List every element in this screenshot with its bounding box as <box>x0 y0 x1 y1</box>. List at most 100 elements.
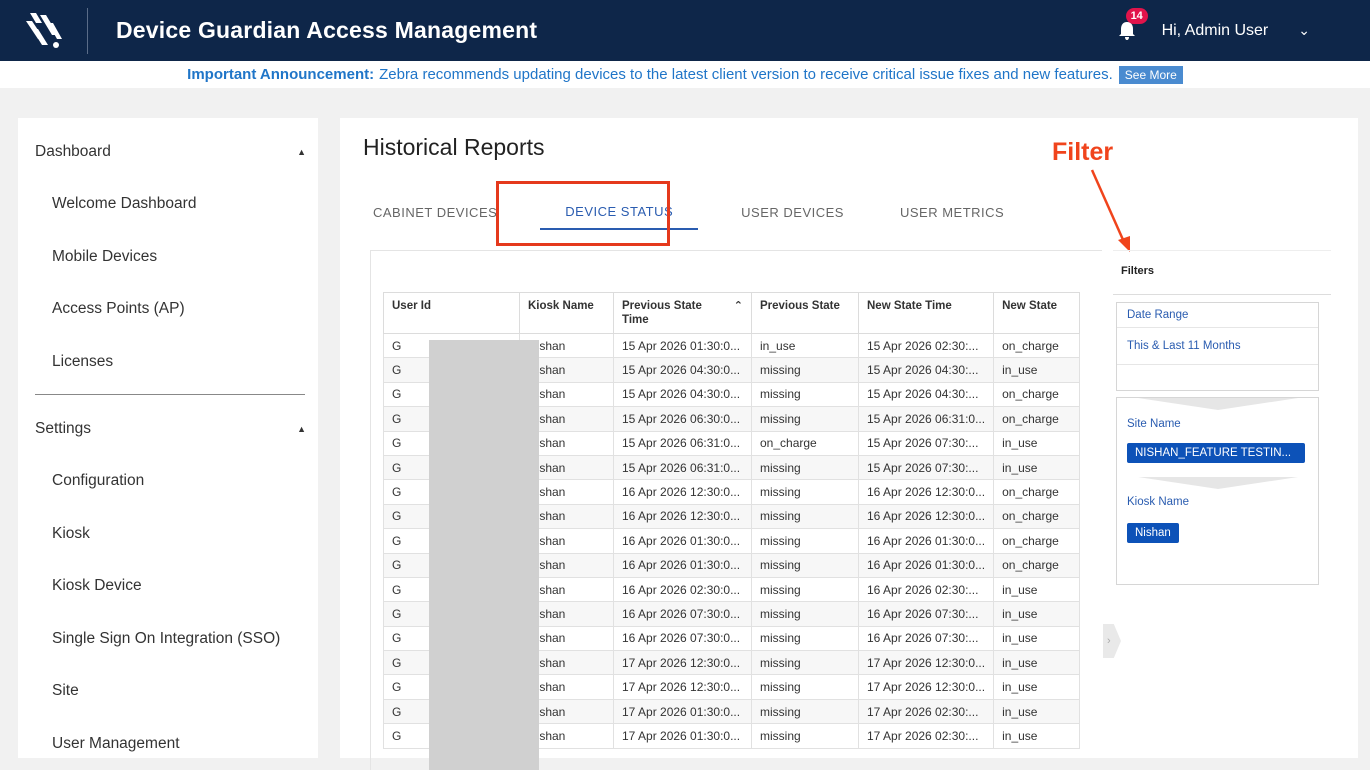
table-cell: on_charge <box>994 334 1080 358</box>
table-cell: 17 Apr 2026 12:30:0... <box>859 651 994 675</box>
announcement-bar: Important Announcement: Zebra recommends… <box>0 61 1370 88</box>
table-cell: missing <box>752 651 859 675</box>
report-tabs: CABINET DEVICES DEVICE STATUS USER DEVIC… <box>360 194 1047 230</box>
table-cell: on_charge <box>994 382 1080 406</box>
filter-annotation-label: Filter <box>1052 138 1113 167</box>
sidebar-item-access-points[interactable]: Access Points (AP) <box>18 283 318 336</box>
table-cell: in_use <box>994 431 1080 455</box>
table-cell: in_use <box>994 577 1080 601</box>
table-cell: 16 Apr 2026 07:30:... <box>859 602 994 626</box>
sidebar-item-mobile-devices[interactable]: Mobile Devices <box>18 231 318 284</box>
table-cell: 15 Apr 2026 06:31:0... <box>859 407 994 431</box>
sidebar-section-settings[interactable]: Settings ▲ <box>18 403 318 455</box>
table-cell: 15 Apr 2026 07:30:... <box>859 431 994 455</box>
filters-title: Filters <box>1113 250 1331 295</box>
table-cell: on_charge <box>994 504 1080 528</box>
column-header-previous-state-time[interactable]: ⌃Previous State Time <box>614 293 752 334</box>
table-cell: on_charge <box>752 431 859 455</box>
filters-panel: Filters Date Range This & Last 11 Months… <box>1113 250 1331 770</box>
sidebar: Dashboard ▲ Welcome Dashboard Mobile Dev… <box>18 118 318 758</box>
table-cell: missing <box>752 529 859 553</box>
table-cell: missing <box>752 407 859 431</box>
table-cell: 16 Apr 2026 12:30:0... <box>859 480 994 504</box>
table-cell: 15 Apr 2026 04:30:... <box>859 358 994 382</box>
table-cell: missing <box>752 480 859 504</box>
table-cell: 16 Apr 2026 07:30:0... <box>614 602 752 626</box>
table-cell: 16 Apr 2026 01:30:0... <box>859 529 994 553</box>
sidebar-item-kiosk-device[interactable]: Kiosk Device <box>18 560 318 613</box>
site-kiosk-filter: Site Name NISHAN_FEATURE TESTIN... Kiosk… <box>1116 397 1319 585</box>
notifications-bell-icon[interactable]: 14 <box>1116 20 1138 42</box>
date-range-value[interactable]: This & Last 11 Months <box>1117 328 1318 365</box>
page-title: Historical Reports <box>363 134 545 161</box>
sidebar-section-label: Dashboard <box>35 143 111 161</box>
table-cell: 17 Apr 2026 02:30:... <box>859 724 994 748</box>
table-cell: in_use <box>752 334 859 358</box>
table-cell: in_use <box>994 651 1080 675</box>
sidebar-item-site[interactable]: Site <box>18 665 318 718</box>
site-name-label: Site Name <box>1117 410 1318 430</box>
table-cell: 15 Apr 2026 01:30:0... <box>614 334 752 358</box>
annotation-arrow-icon <box>1080 166 1140 256</box>
column-header-new-state[interactable]: New State <box>994 293 1080 334</box>
table-cell: in_use <box>994 699 1080 723</box>
tab-user-devices[interactable]: USER DEVICES <box>728 194 857 230</box>
table-cell: 15 Apr 2026 06:31:0... <box>614 431 752 455</box>
zebra-logo-icon[interactable] <box>0 8 88 54</box>
table-cell: missing <box>752 553 859 577</box>
table-cell: 15 Apr 2026 04:30:0... <box>614 382 752 406</box>
table-cell: 17 Apr 2026 01:30:0... <box>614 724 752 748</box>
highlight-box <box>496 181 670 246</box>
table-cell: 15 Apr 2026 02:30:... <box>859 334 994 358</box>
report-table-container: User Id Kiosk Name ⌃Previous State Time … <box>370 250 1102 770</box>
sidebar-item-configuration[interactable]: Configuration <box>18 455 318 508</box>
user-greeting[interactable]: Hi, Admin User <box>1162 22 1269 40</box>
table-cell: 15 Apr 2026 04:30:0... <box>614 358 752 382</box>
sidebar-item-kiosk[interactable]: Kiosk <box>18 508 318 561</box>
table-cell: on_charge <box>994 480 1080 504</box>
table-cell: 16 Apr 2026 12:30:0... <box>614 480 752 504</box>
column-header-user-id[interactable]: User Id <box>384 293 520 334</box>
top-bar: Device Guardian Access Management 14 Hi,… <box>0 0 1370 61</box>
sidebar-item-user-management[interactable]: User Management <box>18 718 318 770</box>
table-cell: 16 Apr 2026 07:30:0... <box>614 626 752 650</box>
sidebar-item-licenses[interactable]: Licenses <box>18 336 318 389</box>
user-menu-chevron-down-icon[interactable]: ⌄ <box>1298 22 1310 39</box>
see-more-button[interactable]: See More <box>1119 66 1183 84</box>
table-cell: missing <box>752 358 859 382</box>
app-title: Device Guardian Access Management <box>116 17 537 44</box>
table-cell: 16 Apr 2026 12:30:0... <box>859 504 994 528</box>
separator-triangle <box>1138 398 1298 410</box>
table-cell: missing <box>752 504 859 528</box>
table-cell: 16 Apr 2026 02:30:... <box>859 577 994 601</box>
kiosk-name-label: Kiosk Name <box>1117 489 1318 508</box>
announcement-text: Zebra recommends updating devices to the… <box>379 66 1113 83</box>
table-cell: missing <box>752 577 859 601</box>
table-cell: 16 Apr 2026 12:30:0... <box>614 504 752 528</box>
table-cell: 16 Apr 2026 01:30:0... <box>614 529 752 553</box>
table-cell: 15 Apr 2026 06:31:0... <box>614 455 752 479</box>
kiosk-name-chip[interactable]: Nishan <box>1127 523 1179 543</box>
tab-user-metrics[interactable]: USER METRICS <box>887 194 1017 230</box>
table-cell: 17 Apr 2026 12:30:0... <box>859 675 994 699</box>
table-cell: 16 Apr 2026 01:30:0... <box>859 553 994 577</box>
table-cell: on_charge <box>994 553 1080 577</box>
sort-chevron-up-icon[interactable]: ⌃ <box>734 299 743 313</box>
table-cell: missing <box>752 382 859 406</box>
table-cell: 16 Apr 2026 01:30:0... <box>614 553 752 577</box>
tab-cabinet-devices[interactable]: CABINET DEVICES <box>360 194 510 230</box>
column-header-new-state-time[interactable]: New State Time <box>859 293 994 334</box>
sidebar-item-welcome-dashboard[interactable]: Welcome Dashboard <box>18 178 318 231</box>
table-cell: in_use <box>994 675 1080 699</box>
site-name-chip[interactable]: NISHAN_FEATURE TESTIN... <box>1127 443 1305 463</box>
sidebar-section-dashboard[interactable]: Dashboard ▲ <box>18 126 318 178</box>
column-header-previous-state[interactable]: Previous State <box>752 293 859 334</box>
table-cell: 16 Apr 2026 02:30:0... <box>614 577 752 601</box>
table-cell: 17 Apr 2026 12:30:0... <box>614 651 752 675</box>
announcement-label: Important Announcement: <box>187 66 374 83</box>
column-header-kiosk-name[interactable]: Kiosk Name <box>520 293 614 334</box>
date-range-filter: Date Range This & Last 11 Months <box>1116 302 1319 391</box>
main-panel: Historical Reports CABINET DEVICES DEVIC… <box>340 118 1358 758</box>
sidebar-item-sso[interactable]: Single Sign On Integration (SSO) <box>18 613 318 666</box>
notification-count-badge: 14 <box>1126 8 1148 24</box>
